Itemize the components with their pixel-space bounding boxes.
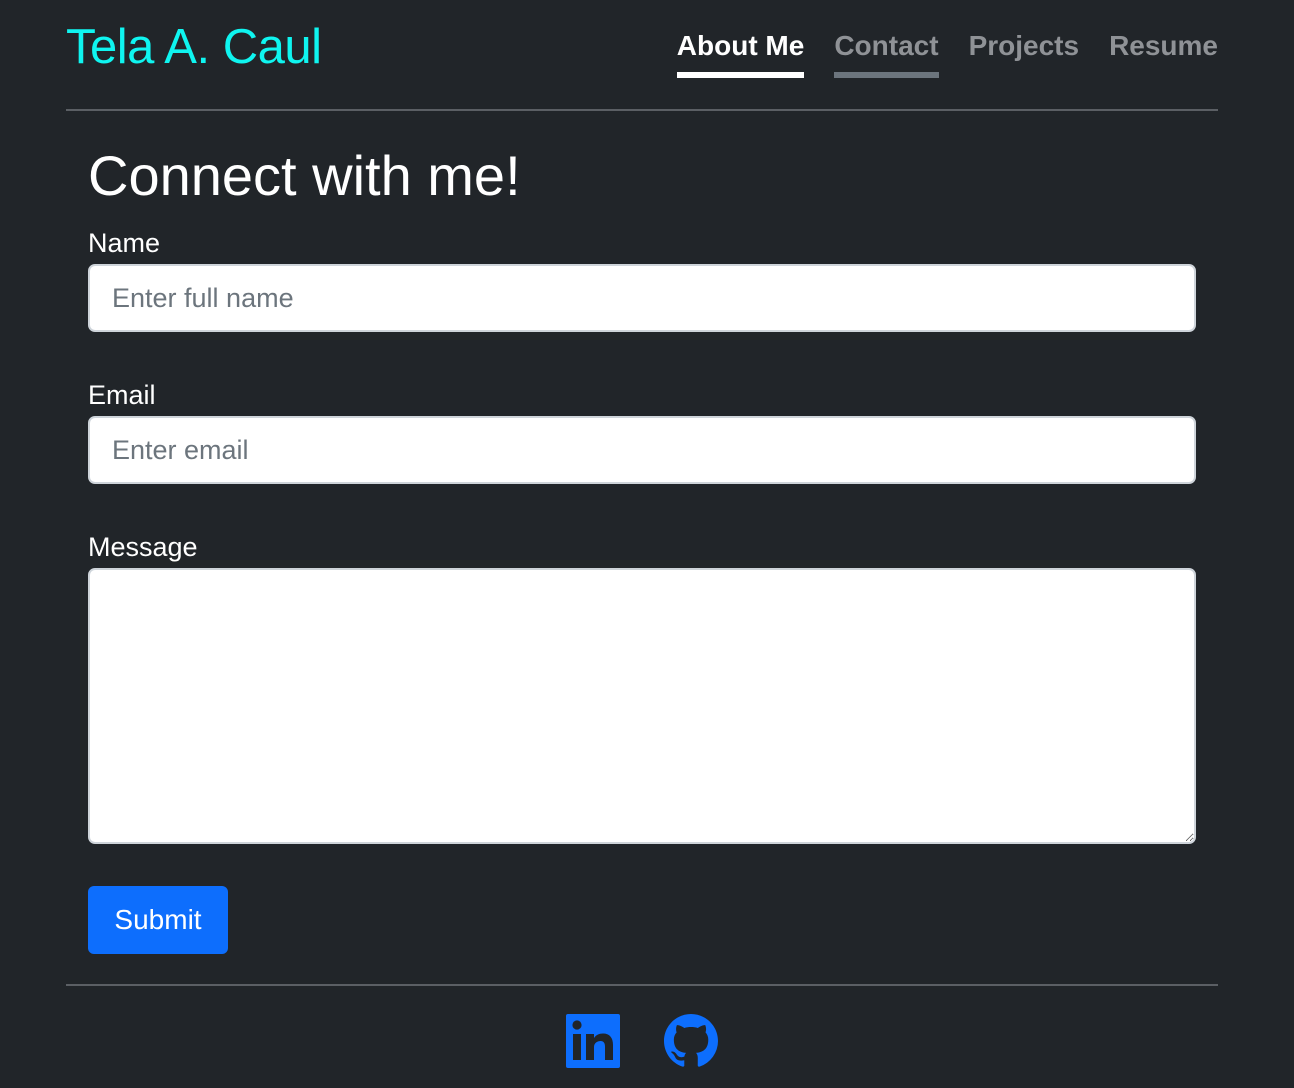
linkedin-icon xyxy=(566,1014,620,1068)
social-links xyxy=(66,1014,1218,1068)
name-group: Name xyxy=(88,226,1196,332)
site-footer xyxy=(66,984,1218,1088)
message-group: Message xyxy=(88,530,1196,849)
github-icon xyxy=(664,1014,718,1067)
nav-contact[interactable]: Contact xyxy=(834,28,939,78)
github-link[interactable] xyxy=(664,1014,718,1068)
email-label: Email xyxy=(88,380,156,410)
site-brand[interactable]: Tela A. Caul xyxy=(66,18,322,76)
message-label: Message xyxy=(88,532,198,562)
email-input[interactable] xyxy=(88,416,1196,484)
contact-section: Connect with me! Name Email Message Subm… xyxy=(88,142,1196,954)
name-label: Name xyxy=(88,228,161,258)
linkedin-link[interactable] xyxy=(566,1014,620,1068)
page-title: Connect with me! xyxy=(88,144,521,207)
main-nav: About Me Contact Projects Resume xyxy=(676,28,1218,78)
nav-projects[interactable]: Projects xyxy=(969,28,1080,78)
nav-resume[interactable]: Resume xyxy=(1109,28,1218,78)
nav-about-me[interactable]: About Me xyxy=(676,28,805,78)
name-input[interactable] xyxy=(88,264,1196,332)
site-header: Tela A. Caul About Me Contact Projects R… xyxy=(66,0,1218,111)
message-textarea[interactable] xyxy=(88,568,1196,844)
email-group: Email xyxy=(88,378,1196,484)
submit-button[interactable]: Submit xyxy=(88,886,228,954)
